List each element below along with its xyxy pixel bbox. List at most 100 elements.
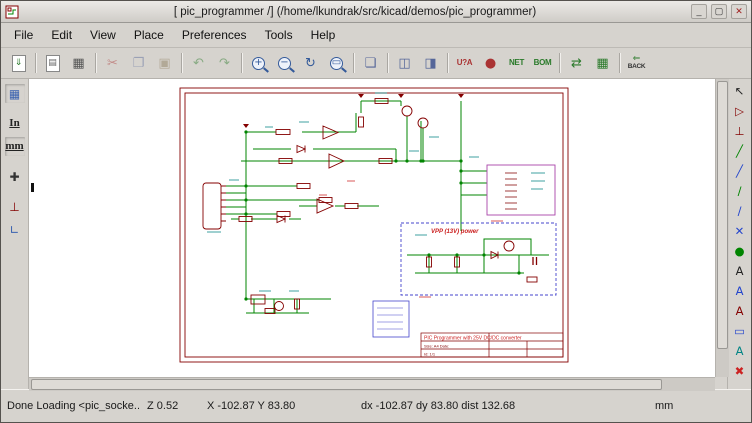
- separator: [95, 53, 96, 73]
- page-settings-button[interactable]: ▤: [40, 51, 65, 76]
- origin-marker: [31, 183, 34, 192]
- hierarchy-navigator-button[interactable]: ❏: [358, 51, 383, 76]
- junction-button[interactable]: ●: [730, 243, 750, 261]
- place-component-button[interactable]: ▷: [730, 103, 750, 121]
- right-tool-icon: A: [736, 306, 744, 318]
- save-schematic-button[interactable]: ⇓: [6, 51, 31, 76]
- place-sheet-button[interactable]: ▭: [730, 323, 750, 341]
- bom-button[interactable]: BOM: [530, 51, 555, 76]
- vpp-section-label: VPP (13V) power: [431, 229, 479, 235]
- copy-button[interactable]: ❐: [126, 51, 151, 76]
- units-inch-button[interactable]: In: [4, 113, 26, 134]
- toolbar-icon: ▣: [158, 57, 170, 70]
- status-units: mm: [655, 400, 673, 412]
- bus-to-bus-entry-button[interactable]: /: [730, 203, 750, 221]
- place-power-port-button[interactable]: ⊥: [730, 123, 750, 141]
- toolbar-icon: ✂: [107, 57, 118, 70]
- units-mm-button[interactable]: mm: [4, 136, 26, 157]
- place-wire-button[interactable]: ╱: [730, 143, 750, 161]
- delete-item-button[interactable]: ✖: [730, 363, 750, 381]
- right-tool-icon: ╱: [736, 166, 743, 178]
- minimize-button[interactable]: _: [691, 4, 707, 19]
- left-tool-icon: ▦: [9, 88, 20, 100]
- status-zoom: Z 0.52: [147, 400, 203, 412]
- zoom-in-button[interactable]: +: [246, 51, 271, 76]
- statusbar: Done Loading <pic_socke... Z 0.52 X -102…: [1, 389, 751, 422]
- left-tool-icon: ⊥: [9, 201, 19, 213]
- canvas-area: PIC Programmer with 25V DC/DC converter …: [29, 79, 727, 389]
- menu-help[interactable]: Help: [302, 24, 345, 46]
- cut-button[interactable]: ✂: [100, 51, 125, 76]
- grid-toggle-button[interactable]: ▦: [4, 83, 26, 104]
- toolbar-icon: ●: [485, 57, 496, 70]
- run-pcbnew-button[interactable]: ▦: [590, 51, 615, 76]
- print-button[interactable]: ▦: [66, 51, 91, 76]
- close-button[interactable]: ✕: [731, 4, 747, 19]
- ortho-wires-button[interactable]: ∟: [4, 219, 26, 240]
- menu-tools[interactable]: Tools: [256, 24, 302, 46]
- redo-button[interactable]: ↷: [212, 51, 237, 76]
- annotate-button[interactable]: U?A: [452, 51, 477, 76]
- select-cursor-button[interactable]: ↖: [730, 83, 750, 101]
- place-bus-button[interactable]: ╱: [730, 163, 750, 181]
- zoom-fit-button[interactable]: ▭: [324, 51, 349, 76]
- back-annotate-button[interactable]: ⇐BACK: [624, 51, 649, 76]
- no-connect-button[interactable]: ✕: [730, 223, 750, 241]
- main-toolbar: ⇓▤▦✂❐▣↶↷+−↻▭❏◫◨U?A●NETBOM⇄▦⇐BACK: [1, 48, 751, 79]
- net-label-button[interactable]: A: [730, 263, 750, 281]
- zoom-out-button[interactable]: −: [272, 51, 297, 76]
- toolbar-icon: ◫: [398, 57, 410, 70]
- erc-button[interactable]: ●: [478, 51, 503, 76]
- window-title: [ pic_programmer /] (/home/lkundrak/src/…: [23, 6, 687, 18]
- global-label-button[interactable]: A: [730, 283, 750, 301]
- horizontal-scrollbar-thumb[interactable]: [31, 379, 662, 390]
- undo-button[interactable]: ↶: [186, 51, 211, 76]
- right-tool-icon: ▭: [734, 326, 745, 338]
- separator: [353, 53, 354, 73]
- app-window: [ pic_programmer /] (/home/lkundrak/src/…: [0, 0, 752, 423]
- menu-file[interactable]: File: [5, 24, 42, 46]
- netlist-button[interactable]: NET: [504, 51, 529, 76]
- toolbar-badge: BOM: [534, 59, 552, 67]
- horizontal-scrollbar[interactable]: [29, 377, 715, 391]
- menu-view[interactable]: View: [81, 24, 125, 46]
- schematic-canvas[interactable]: PIC Programmer with 25V DC/DC converter …: [29, 79, 715, 377]
- right-tool-icon: ╱: [736, 146, 743, 158]
- leave-sheet-button[interactable]: ◫: [392, 51, 417, 76]
- cursor-shape-button[interactable]: ✚: [4, 166, 26, 187]
- canvas-background: [29, 79, 715, 377]
- paste-button[interactable]: ▣: [152, 51, 177, 76]
- maximize-button[interactable]: ▢: [711, 4, 727, 19]
- hidden-pins-button[interactable]: ⊥: [4, 196, 26, 217]
- status-message: Done Loading <pic_socke...: [7, 400, 139, 412]
- toolbar-icon: ❐: [133, 57, 145, 70]
- toolbar-icon: ↷: [219, 57, 230, 70]
- menu-preferences[interactable]: Preferences: [173, 24, 256, 46]
- toolbar-icon: −: [278, 57, 291, 70]
- titleblock-size: Size: A4 Date:: [424, 344, 449, 349]
- library-browser-button[interactable]: ◨: [418, 51, 443, 76]
- separator: [35, 53, 36, 73]
- place-text-button[interactable]: A: [730, 343, 750, 361]
- right-tool-icon: ✖: [735, 366, 745, 378]
- hierarchical-label-button[interactable]: A: [730, 303, 750, 321]
- status-cursor-position: X -102.87 Y 83.80: [207, 400, 357, 412]
- left-tool-icon: ✚: [9, 171, 19, 183]
- titleblock-title: PIC Programmer with 25V DC/DC converter: [424, 336, 522, 342]
- zoom-redraw-button[interactable]: ↻: [298, 51, 323, 76]
- toolbar-icon: +: [252, 57, 265, 70]
- run-cvpcb-button[interactable]: ⇄: [564, 51, 589, 76]
- menu-edit[interactable]: Edit: [42, 24, 81, 46]
- wire-to-bus-entry-button[interactable]: /: [730, 183, 750, 201]
- right-tool-icon: A: [736, 266, 744, 278]
- separator: [619, 53, 620, 73]
- menu-place[interactable]: Place: [125, 24, 173, 46]
- vertical-scrollbar[interactable]: [715, 79, 729, 377]
- right-tool-icon: /: [738, 186, 742, 198]
- vertical-scrollbar-thumb[interactable]: [717, 81, 728, 349]
- separator: [447, 53, 448, 73]
- toolbar-badge: NET: [509, 59, 524, 67]
- separator: [181, 53, 182, 73]
- left-tool-icon: ∟: [9, 224, 19, 236]
- right-tool-icon: ●: [734, 246, 744, 258]
